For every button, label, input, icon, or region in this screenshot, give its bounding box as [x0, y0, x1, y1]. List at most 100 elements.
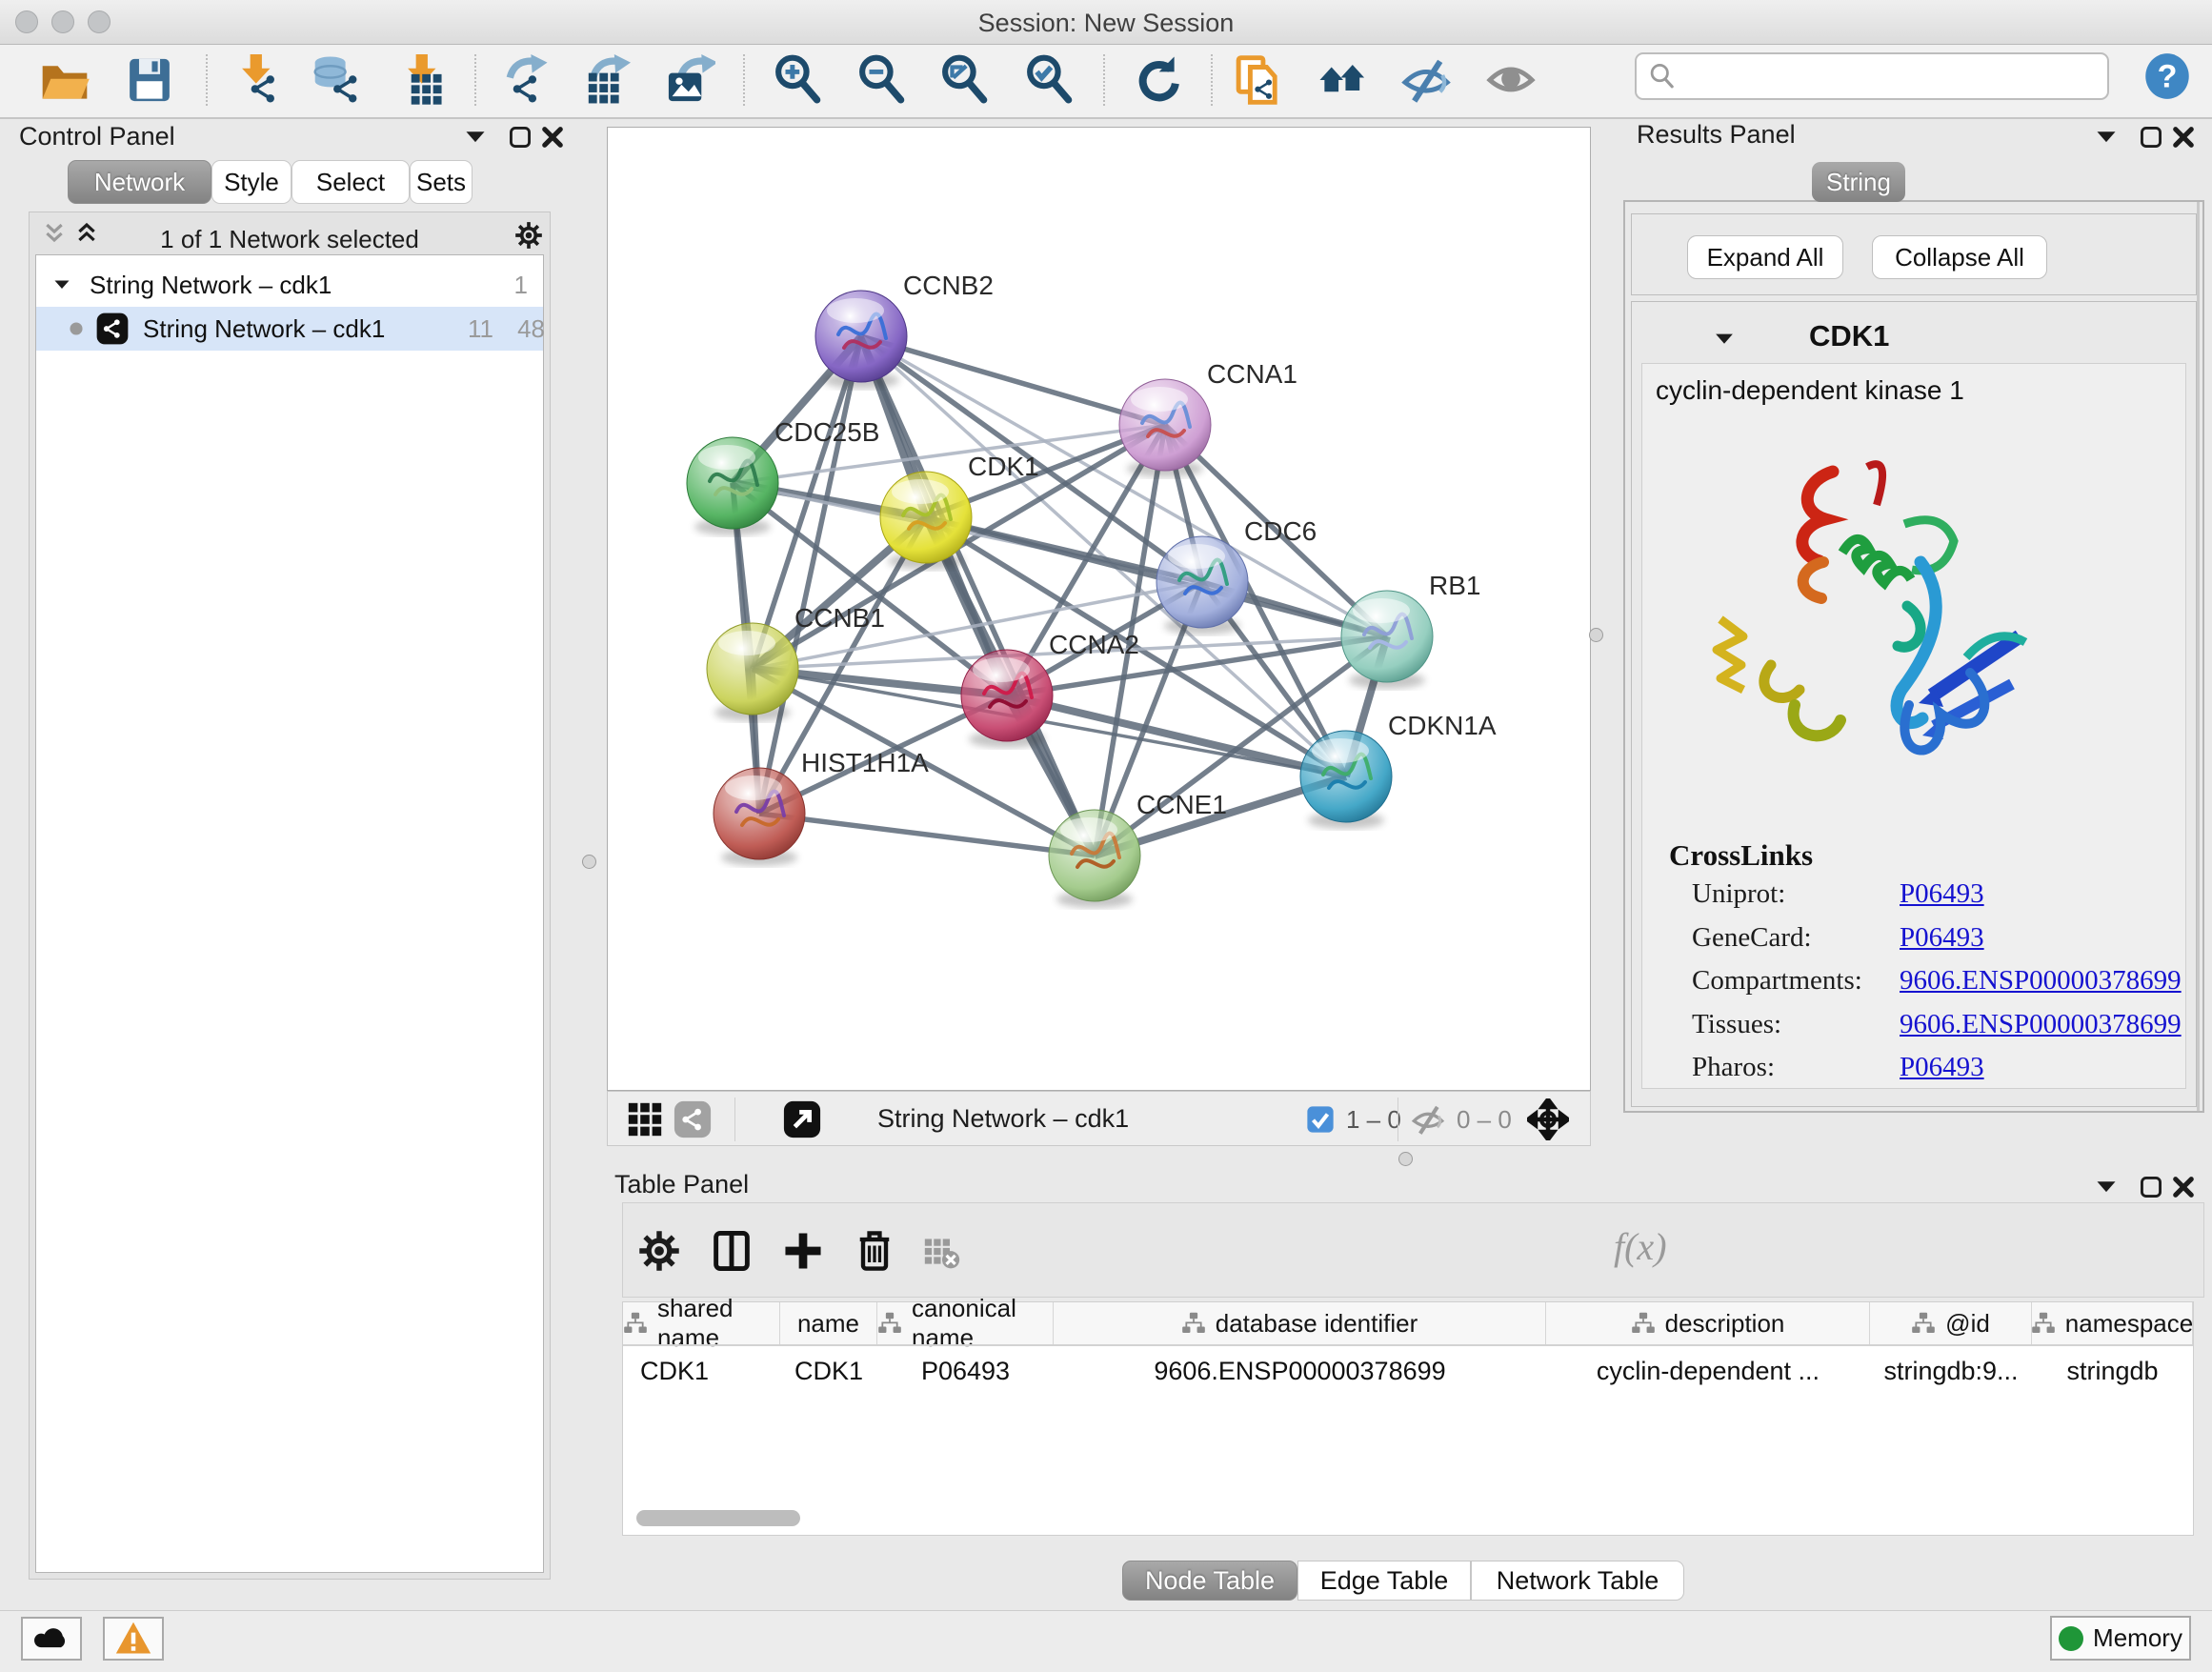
results-scrollbar[interactable] — [2197, 202, 2200, 1111]
results-panel-float-icon[interactable] — [2138, 124, 2164, 151]
refresh-network-icon[interactable] — [1130, 54, 1181, 106]
node-label-CDKN1A: CDKN1A — [1388, 711, 1497, 740]
help-icon[interactable]: ? — [2143, 52, 2191, 100]
birdseye-grid-icon[interactable] — [625, 1099, 665, 1139]
zoom-in-icon[interactable] — [773, 54, 824, 106]
search-field[interactable] — [1635, 52, 2109, 100]
tab-style[interactable]: Style — [211, 160, 292, 204]
add-column-icon[interactable] — [780, 1228, 826, 1274]
network-collection-row[interactable]: String Network – cdk1 1 — [36, 263, 543, 307]
pan-crosshair-icon[interactable] — [1527, 1098, 1569, 1140]
expand-all-button[interactable]: Expand All — [1687, 235, 1843, 279]
right-splitter-handle[interactable] — [1589, 628, 1603, 642]
cell[interactable]: stringdb — [2032, 1350, 2193, 1392]
houses-icon[interactable] — [1317, 54, 1369, 106]
tree-caret-icon[interactable] — [51, 274, 72, 295]
network-canvas[interactable]: CCNB2 CCNA1 CDC25B CDK1 CDC6 RB1 CCNB1 C… — [607, 127, 1591, 1091]
crosslink-link[interactable]: 9606.ENSP00000378699 — [1900, 965, 2182, 997]
crosslink-link[interactable]: P06493 — [1900, 1052, 1984, 1083]
column-header-description[interactable]: description — [1546, 1302, 1870, 1344]
main-toolbar: ? — [0, 45, 2212, 119]
left-splitter-handle[interactable] — [582, 855, 596, 869]
edge-CCNB2-HIST1H1A[interactable] — [759, 336, 861, 814]
table-panel-menu-icon[interactable] — [2093, 1174, 2120, 1200]
import-network-database-icon[interactable] — [312, 54, 363, 106]
bottom-splitter-handle[interactable] — [1398, 1152, 1413, 1166]
column-header-canonicalname[interactable]: canonical name — [877, 1302, 1054, 1344]
control-panel-float-icon[interactable] — [507, 124, 533, 151]
memory-button[interactable]: Memory — [2050, 1616, 2191, 1661]
cell[interactable]: 9606.ENSP00000378699 — [1054, 1350, 1546, 1392]
open-in-window-icon[interactable] — [782, 1099, 822, 1139]
collapse-all-button[interactable]: Collapse All — [1872, 235, 2047, 279]
show-columns-icon[interactable] — [709, 1228, 754, 1274]
table-horizontal-scrollbar[interactable] — [636, 1510, 800, 1526]
zoom-fit-icon[interactable] — [939, 54, 991, 106]
cell[interactable]: stringdb:9... — [1870, 1350, 2032, 1392]
table-panel-float-icon[interactable] — [2138, 1174, 2164, 1200]
warnings-button[interactable] — [103, 1617, 164, 1661]
edge-HIST1H1A-CCNE1[interactable] — [759, 814, 1095, 856]
column-header-id[interactable]: @id — [1870, 1302, 2032, 1344]
cell[interactable]: CDK1 — [780, 1350, 877, 1392]
network-options-gear-icon[interactable] — [513, 220, 544, 251]
save-session-icon[interactable] — [124, 54, 175, 106]
node-table[interactable]: shared namenamecanonical namedatabase id… — [622, 1301, 2194, 1536]
column-header-sharedname[interactable]: shared name — [623, 1302, 780, 1344]
search-input[interactable] — [1684, 56, 2098, 94]
tab-sets[interactable]: Sets — [410, 160, 473, 204]
control-panel-menu-icon[interactable] — [462, 124, 489, 151]
network-list-panel: 1 of 1 Network selected String Network –… — [29, 212, 551, 1580]
edge-CCNB2-CCNA1[interactable] — [861, 336, 1165, 425]
gene-collapse-caret-icon[interactable] — [1712, 327, 1737, 352]
node-CDKN1A[interactable]: CDKN1A — [1300, 711, 1497, 829]
delete-column-icon[interactable] — [852, 1228, 897, 1274]
documents-icon[interactable] — [1233, 54, 1284, 106]
export-image-icon[interactable] — [664, 54, 715, 106]
tab-edge-table[interactable]: Edge Table — [1297, 1561, 1471, 1601]
column-header-name[interactable]: name — [780, 1302, 877, 1344]
results-panel-menu-icon[interactable] — [2093, 124, 2120, 151]
crosslink-link[interactable]: 9606.ENSP00000378699 — [1900, 1009, 2182, 1040]
control-panel-title: Control Panel — [19, 122, 175, 151]
string-network-badge-icon — [95, 312, 130, 346]
hide-eye-icon[interactable] — [1400, 54, 1452, 106]
tab-node-table[interactable]: Node Table — [1122, 1561, 1297, 1601]
selected-checkbox-icon[interactable] — [1306, 1105, 1335, 1134]
hidden-eye-slash-icon[interactable] — [1411, 1102, 1445, 1137]
table-settings-gear-icon[interactable] — [636, 1228, 682, 1274]
node-RB1[interactable]: RB1 — [1341, 571, 1480, 689]
control-panel-close-icon[interactable] — [539, 124, 566, 151]
string-badge-gray-icon[interactable] — [673, 1099, 713, 1139]
export-table-icon[interactable] — [579, 54, 631, 106]
node-label-CCNE1: CCNE1 — [1136, 790, 1227, 819]
node-CCNB2[interactable]: CCNB2 — [815, 271, 994, 389]
tab-network-table[interactable]: Network Table — [1471, 1561, 1684, 1601]
tab-select[interactable]: Select — [292, 160, 410, 204]
crosslink-link[interactable]: P06493 — [1900, 878, 1984, 910]
open-session-icon[interactable] — [39, 54, 90, 106]
export-network-icon[interactable] — [498, 54, 550, 106]
network-row-selected[interactable]: String Network – cdk1 11 48 — [36, 307, 543, 351]
crosslink-label: Tissues: — [1692, 1009, 1781, 1039]
tab-network[interactable]: Network — [68, 160, 211, 204]
crosslink-link[interactable]: P06493 — [1900, 922, 1984, 954]
zoom-out-icon[interactable] — [856, 54, 908, 106]
column-header-databaseidentifier[interactable]: database identifier — [1054, 1302, 1546, 1344]
node-CDC6[interactable]: CDC6 — [1156, 516, 1317, 635]
gene-details: cyclin-dependent kinase 1 CrossLinks Uni… — [1641, 363, 2186, 1089]
column-header-namespace[interactable]: namespace — [2032, 1302, 2193, 1344]
zoom-selected-icon[interactable] — [1024, 54, 1076, 106]
results-panel-close-icon[interactable] — [2170, 124, 2197, 151]
cell[interactable]: CDK1 — [623, 1350, 780, 1392]
cell[interactable]: cyclin-dependent ... — [1546, 1350, 1870, 1392]
cell[interactable]: P06493 — [877, 1350, 1054, 1392]
node-HIST1H1A[interactable]: HIST1H1A — [714, 748, 929, 866]
node-CCNA1[interactable]: CCNA1 — [1119, 359, 1297, 477]
show-eye-icon[interactable] — [1485, 54, 1537, 106]
import-network-icon[interactable] — [231, 54, 283, 106]
tab-string[interactable]: String — [1812, 162, 1905, 202]
import-table-icon[interactable] — [397, 54, 449, 106]
table-panel-close-icon[interactable] — [2170, 1174, 2197, 1200]
cloud-button[interactable] — [21, 1617, 82, 1661]
